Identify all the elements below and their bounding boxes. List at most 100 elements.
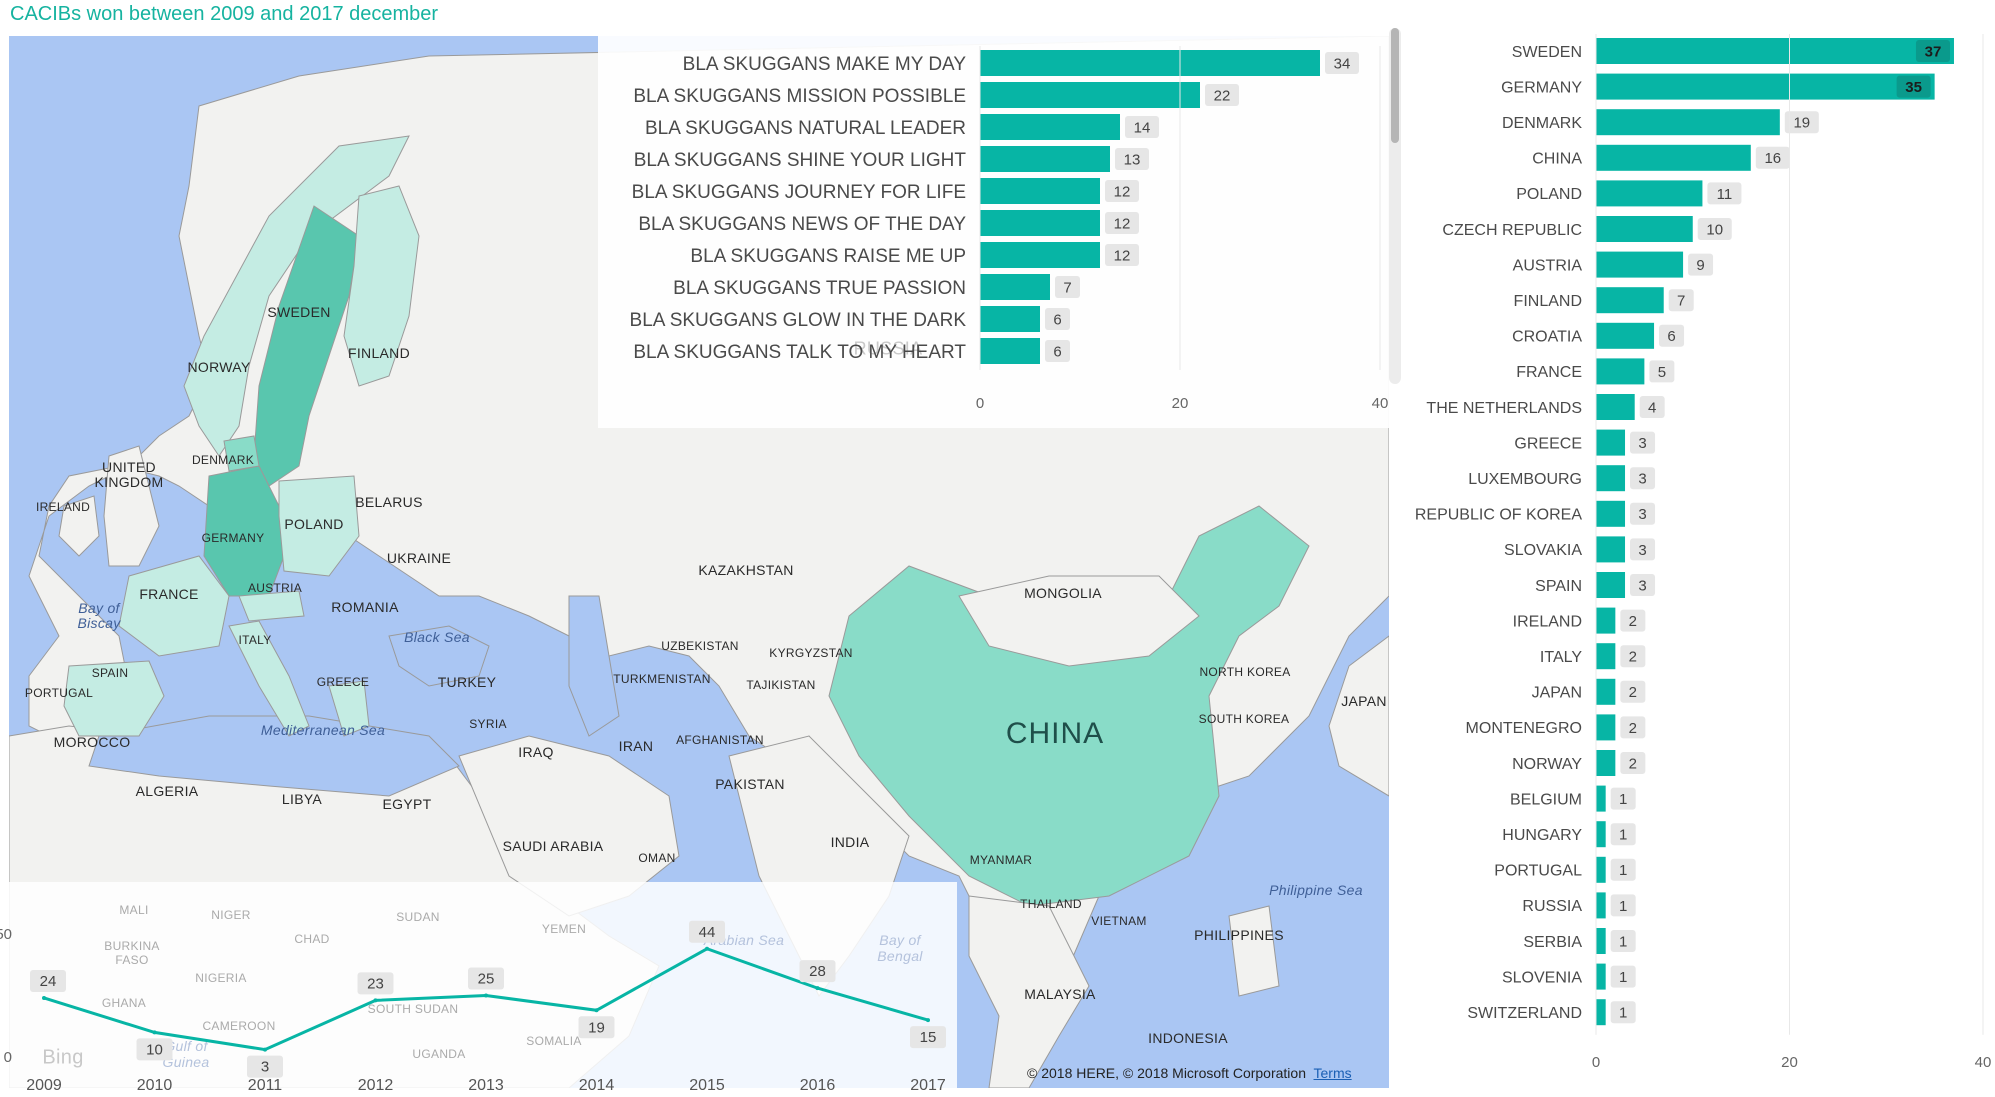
bar[interactable] (980, 178, 1100, 204)
bar[interactable] (1596, 429, 1626, 456)
bar-data-label: 12 (1114, 215, 1131, 232)
bar[interactable] (1596, 38, 1954, 64)
bar-category-label: FINLAND (1514, 293, 1582, 310)
bar[interactable] (1596, 785, 1606, 812)
bar[interactable] (1596, 465, 1626, 492)
map-label-spain: SPAIN (91, 666, 129, 680)
terms-link[interactable]: Terms (1314, 1065, 1352, 1081)
bar[interactable] (1596, 643, 1616, 670)
bar[interactable] (1596, 287, 1664, 314)
bar[interactable] (980, 210, 1100, 236)
bar[interactable] (980, 242, 1100, 268)
bar-data-label: 12 (1114, 247, 1131, 264)
bar-data-label: 6 (1053, 343, 1061, 360)
x-tick-label: 20 (1781, 1054, 1798, 1071)
map-label-uk-2: KINGDOM (94, 474, 164, 490)
line-point[interactable] (815, 986, 820, 991)
line-point[interactable] (152, 1030, 157, 1035)
bar[interactable] (980, 114, 1120, 140)
bar[interactable] (1596, 678, 1616, 705)
bar[interactable] (1596, 892, 1606, 919)
yearly-line-chart[interactable]: 050200920102011201220132014201520162017 … (0, 882, 960, 1097)
bar-data-label: 7 (1677, 293, 1685, 310)
bar-category-label: DENMARK (1502, 115, 1582, 132)
bar[interactable] (980, 338, 1040, 364)
line-point[interactable] (42, 995, 46, 1000)
dogs-bar-chart[interactable]: BLA SKUGGANS MAKE MY DAY BLA SKUGGANS MIS… (598, 36, 1389, 428)
x-tick-label: 20 (1172, 395, 1189, 412)
bar-category-label: SLOVAKIA (1504, 542, 1582, 559)
bar[interactable] (1596, 322, 1655, 349)
line-series[interactable] (43, 947, 929, 1052)
bar[interactable] (1596, 109, 1780, 136)
bar[interactable] (1596, 572, 1626, 598)
bar[interactable] (1596, 821, 1606, 848)
line-point[interactable] (594, 1008, 599, 1013)
line-data-label: 25 (478, 971, 495, 988)
countries-bar-chart[interactable]: SWEDEN GERMANY DENMARK CHINA POLAND CZECH REP… (1402, 28, 1995, 1097)
map-label-ukraine: UKRAINE (386, 550, 452, 566)
bar-category-label: REPUBLIC OF KOREA (1415, 507, 1582, 524)
bar[interactable] (1596, 358, 1645, 385)
line-point[interactable] (373, 998, 378, 1003)
bar-category-label: BLA SKUGGANS MAKE MY DAY (683, 54, 967, 75)
bar[interactable] (1596, 144, 1751, 171)
map-label-iraq: IRAQ (518, 744, 554, 760)
bar[interactable] (980, 306, 1040, 332)
bar[interactable] (1596, 999, 1606, 1026)
bar[interactable] (1596, 216, 1693, 242)
bar[interactable] (1596, 607, 1616, 634)
country-france (118, 555, 230, 657)
bar[interactable] (1596, 856, 1606, 883)
map-label-kazakhstan: KAZAKHSTAN (698, 562, 794, 578)
bar[interactable] (980, 274, 1050, 300)
x-tick-label: 2010 (137, 1077, 173, 1094)
bar[interactable] (1596, 73, 1935, 100)
map-label-bay-of-biscay-2: Biscay (77, 615, 121, 631)
bar[interactable] (1596, 963, 1606, 990)
bar[interactable] (980, 50, 1320, 76)
bar-category-label: HUNGARY (1502, 827, 1582, 844)
bar[interactable] (1596, 928, 1606, 954)
map-label-bay-of-biscay-1: Bay of (78, 600, 120, 616)
map-label-turkmenistan: TURKMENISTAN (613, 672, 711, 686)
bar-category-label: BLA SKUGGANS TALK TO MY HEART (633, 342, 966, 363)
map-label-finland: FINLAND (348, 345, 410, 361)
map-copyright: © 2018 HERE, © 2018 Microsoft Corporatio… (1027, 1065, 1352, 1081)
bar-category-label: BELGIUM (1510, 791, 1582, 808)
line-point[interactable] (263, 1047, 267, 1052)
x-tick-label: 0 (976, 395, 984, 412)
bar-data-label: 6 (1053, 311, 1061, 328)
bar[interactable] (1596, 394, 1635, 420)
bar-data-label: 5 (1658, 364, 1666, 381)
bar-category-label: CZECH REPUBLIC (1442, 222, 1582, 239)
bar-category-label: AUSTRIA (1513, 257, 1583, 274)
map-label-germany: GERMANY (201, 531, 265, 545)
bar[interactable] (1596, 500, 1626, 527)
bar-data-label: 1 (1619, 1005, 1627, 1022)
map-label-japan: JAPAN (1341, 693, 1387, 709)
x-tick-label: 2012 (358, 1077, 394, 1094)
map-label-uk-1: UNITED (102, 459, 156, 475)
bar-data-label: 7 (1063, 279, 1071, 296)
line-point[interactable] (705, 946, 709, 951)
bar-category-label: SLOVENIA (1502, 969, 1582, 986)
map-label-thailand: THAILAND (1020, 897, 1082, 911)
map-label-turkey: TURKEY (437, 674, 497, 690)
bar[interactable] (980, 82, 1200, 108)
bar-category-label: BLA SKUGGANS MISSION POSSIBLE (633, 86, 966, 107)
bar-category-label: CHINA (1532, 151, 1582, 168)
scrollbar-thumb[interactable] (1391, 28, 1399, 143)
bar-data-label: 2 (1629, 684, 1637, 701)
line-point[interactable] (484, 993, 488, 998)
bar[interactable] (1596, 536, 1626, 563)
x-tick-label: 2011 (248, 1077, 283, 1094)
bar-data-label: 19 (1793, 115, 1810, 132)
map-label-belarus: BELARUS (355, 494, 423, 510)
bar[interactable] (1596, 714, 1616, 741)
line-point[interactable] (926, 1018, 930, 1023)
bar[interactable] (1596, 251, 1684, 278)
bar[interactable] (1596, 750, 1616, 776)
bar[interactable] (1596, 180, 1703, 207)
bar[interactable] (980, 146, 1110, 172)
